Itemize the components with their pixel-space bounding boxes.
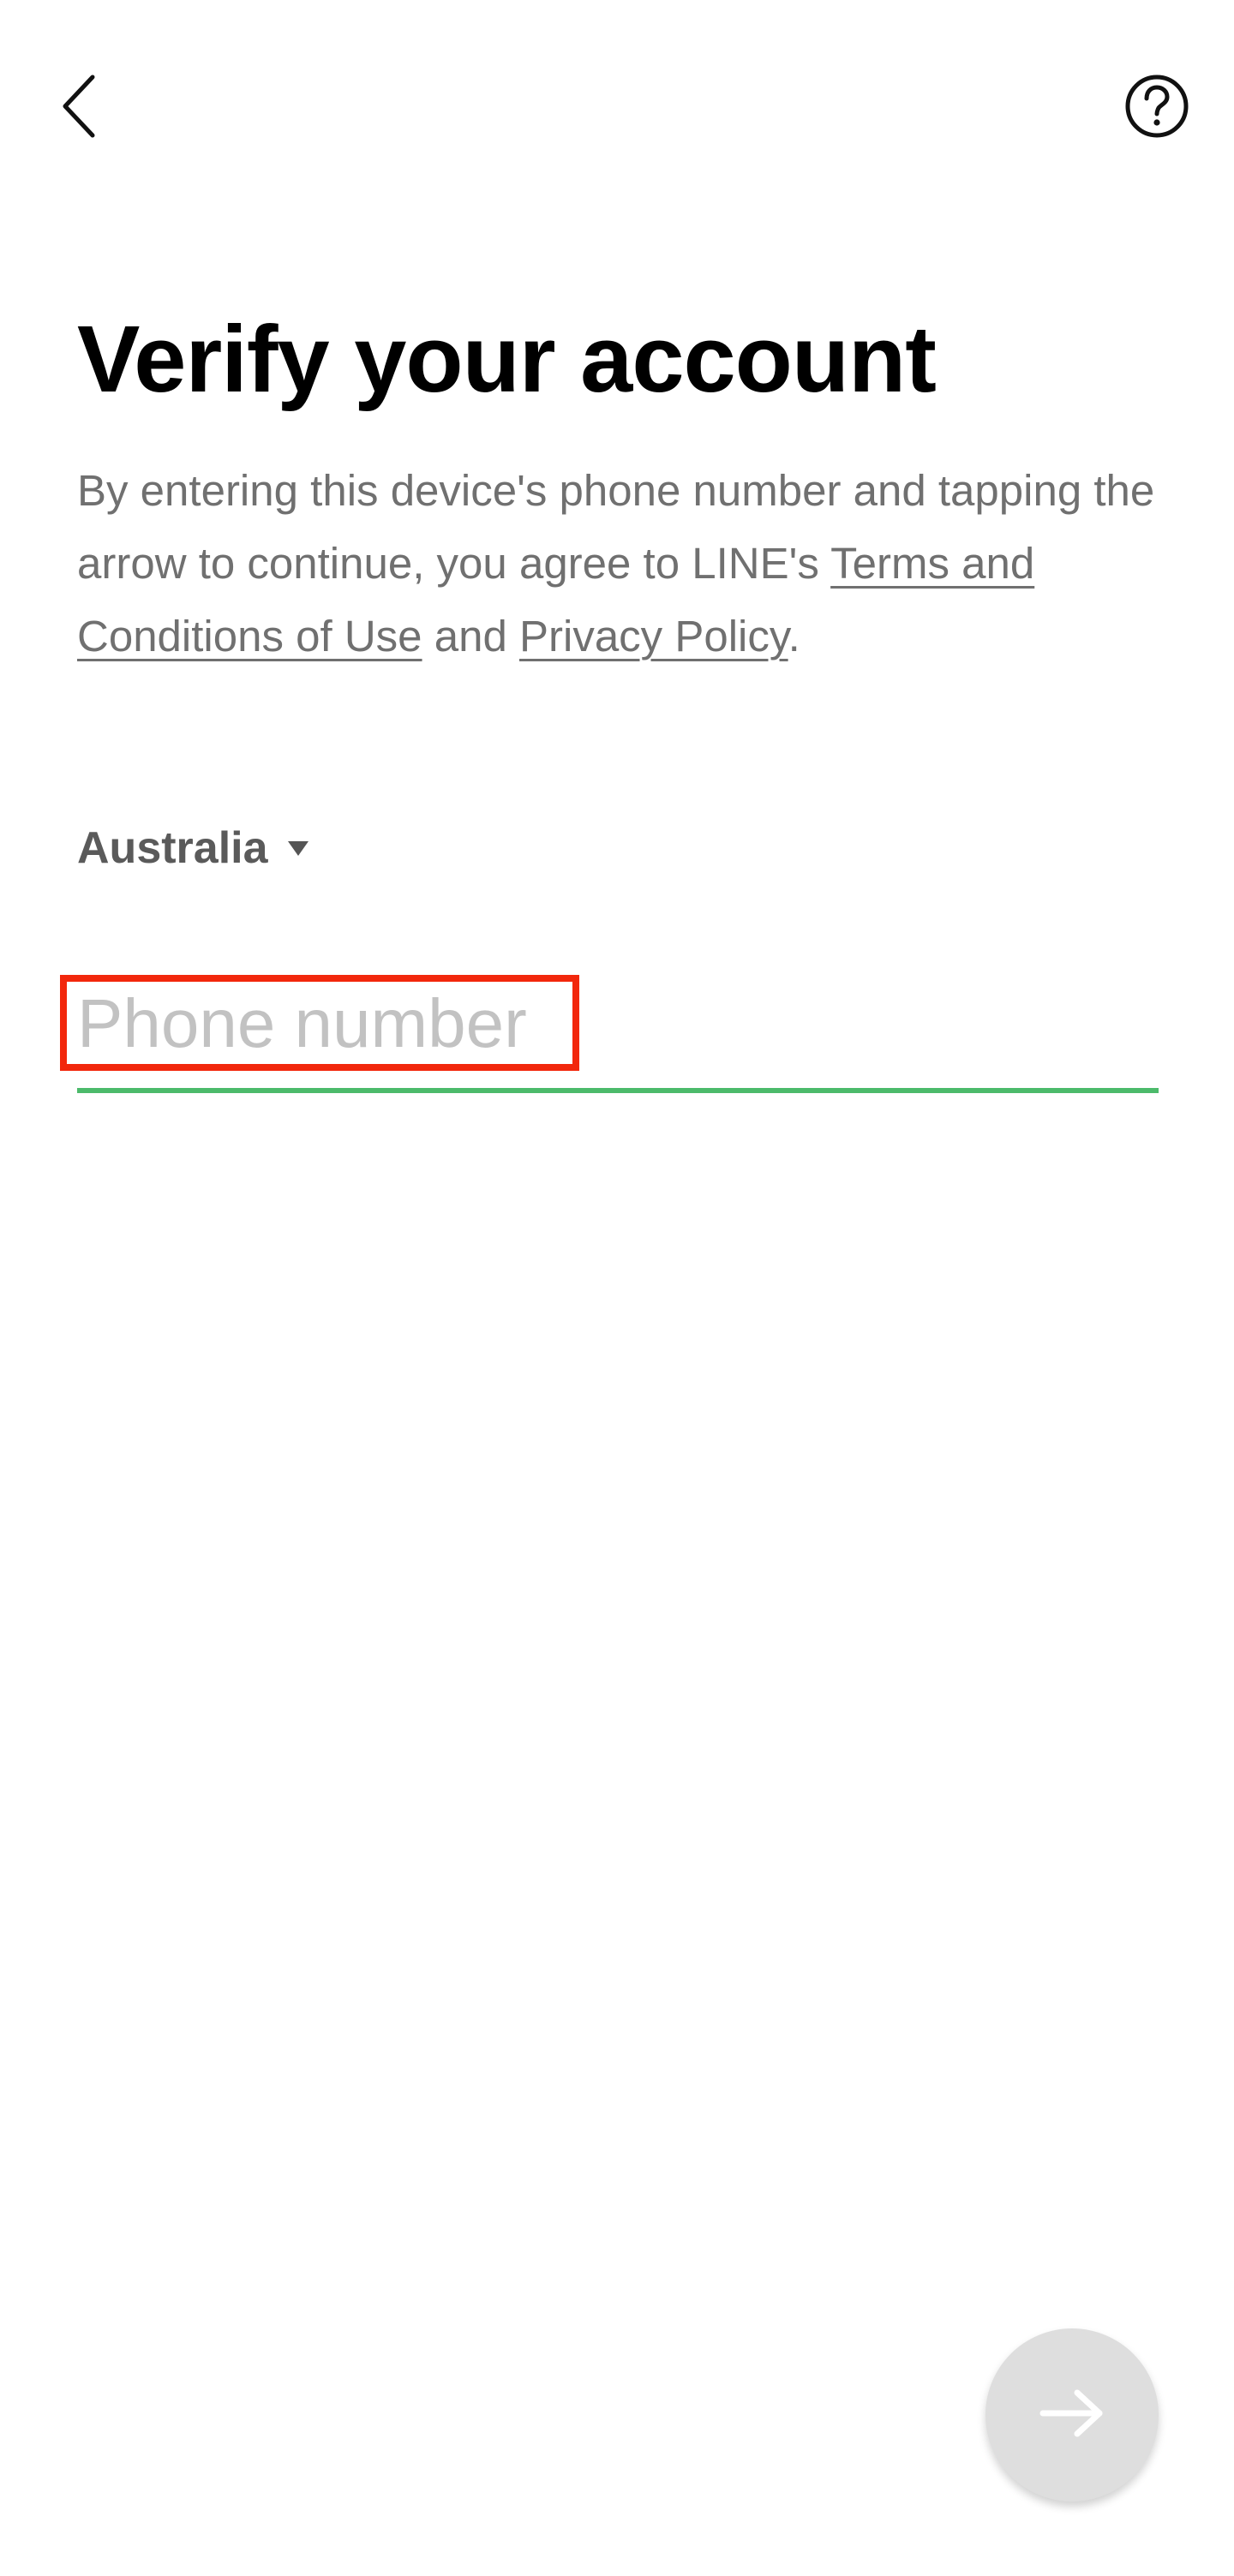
next-button[interactable] bbox=[985, 2328, 1159, 2501]
help-button[interactable] bbox=[1114, 65, 1200, 151]
arrow-right-icon bbox=[1038, 2388, 1106, 2443]
country-selector[interactable]: Australia bbox=[77, 814, 309, 882]
phone-number-input[interactable] bbox=[77, 977, 1159, 1071]
question-circle-icon bbox=[1124, 74, 1189, 143]
caret-down-icon bbox=[287, 840, 309, 857]
country-label: Australia bbox=[77, 823, 268, 873]
page-title: Verify your account bbox=[77, 307, 937, 412]
terms-description: By entering this device's phone number a… bbox=[77, 454, 1183, 672]
privacy-policy-link[interactable]: Privacy Policy bbox=[519, 612, 788, 660]
chevron-left-icon bbox=[60, 74, 98, 143]
phone-field-container bbox=[77, 968, 1159, 1093]
verify-account-screen: Verify your account By entering this dev… bbox=[0, 0, 1234, 2576]
description-text-middle: and bbox=[422, 612, 519, 660]
description-text-after: . bbox=[788, 612, 800, 660]
back-button[interactable] bbox=[45, 62, 113, 154]
